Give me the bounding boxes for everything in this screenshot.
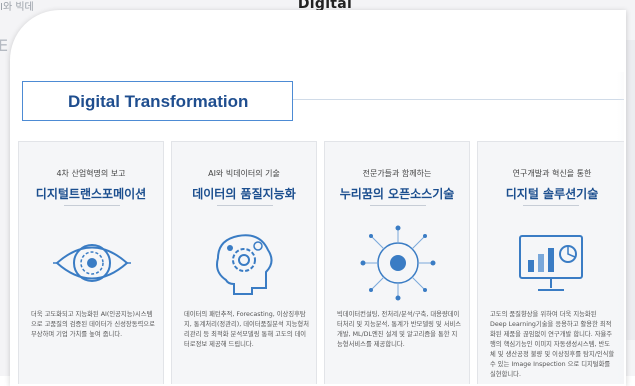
- monitor-chart-icon: [519, 235, 583, 291]
- feature-card-digital-transformation[interactable]: 4차 산업혁명의 보고 디지털트랜스포메이션 더욱 고도화되고 지능화된 AI(…: [18, 141, 164, 384]
- feature-title: 디지털 솔루션기술: [505, 187, 599, 201]
- background-left-text: I와 빅데: [0, 2, 34, 13]
- section-header-box: Digital Transformation: [22, 81, 293, 121]
- feature-card-open-source[interactable]: 전문가들과 함께하는 누리꿈의 오픈소스기술 빅데이터컨설팅, 전처리/분석/구…: [324, 141, 470, 384]
- feature-title: 누리꿈의 오픈소스기술: [339, 187, 455, 201]
- feature-title: 데이터의 품질지능화: [192, 187, 296, 201]
- feature-subtitle: AI와 빅데이터의 기술: [208, 169, 280, 178]
- network-icon: [360, 225, 436, 301]
- section-header-rule: [293, 99, 624, 100]
- feature-card-digital-solution[interactable]: 연구개발과 혁신을 통한 디지털 솔루션기술 고도의 품질향상을 위하여 더욱 …: [477, 141, 624, 384]
- feature-description: 빅데이터컨설팅, 전처리/분석/구축, 대용량데이터처리 및 지능분석, 통계가…: [337, 311, 462, 348]
- brain-gear-icon: [216, 234, 273, 295]
- feature-description: 고도의 품질향상을 위하여 더욱 지능화된 Deep Learning기술을 응…: [490, 311, 615, 378]
- eye-icon: [53, 244, 131, 282]
- feature-subtitle: 4차 산업혁명의 보고: [56, 169, 126, 178]
- section-title: Digital Transformation: [68, 92, 249, 111]
- card-right-fade: [617, 72, 624, 384]
- feature-description: 데이터의 패턴추적, Forecasting, 이상징후탐지, 통계처리(정관리…: [184, 311, 309, 348]
- zoomed-content-card: Digital Transformation 4차 산업혁명의 보고 디지털트랜…: [10, 10, 626, 386]
- feature-title: 디지털트랜스포메이션: [35, 187, 147, 201]
- background-left-letter: E: [0, 36, 9, 55]
- feature-description: 더욱 고도화되고 지능화된 AI(인공지능)시스템으로 고품질의 검증된 데이터…: [31, 311, 155, 338]
- feature-title-underline: [370, 205, 426, 206]
- feature-card-data-quality[interactable]: AI와 빅데이터의 기술 데이터의 품질지능화 데이터의 패턴추적, Forec…: [171, 141, 317, 384]
- feature-subtitle: 전문가들과 함께하는: [362, 169, 432, 178]
- feature-title-underline: [64, 205, 120, 206]
- feature-title-underline: [217, 205, 273, 206]
- feature-title-underline: [523, 205, 579, 206]
- feature-subtitle: 연구개발과 혁신을 통한: [512, 169, 592, 178]
